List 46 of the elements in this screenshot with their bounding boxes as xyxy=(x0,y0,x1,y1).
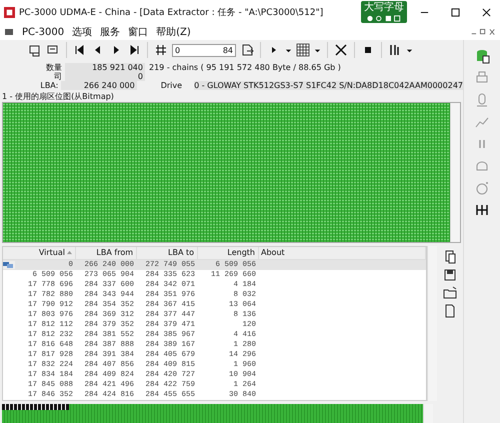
dropdown-caret-icon[interactable] xyxy=(406,46,413,54)
chain-summary: 219 - chains ( 95 191 572 480 Byte / 88.65 Gb ) xyxy=(149,62,341,72)
app-icon xyxy=(4,6,15,18)
drive-label: Drive xyxy=(160,80,182,90)
menu-item[interactable]: 帮助(Z) xyxy=(156,25,191,39)
folder-icon[interactable] xyxy=(443,286,457,300)
menu-item[interactable]: 服务 xyxy=(100,25,120,39)
position-field[interactable]: 0 84 xyxy=(172,44,236,57)
info-value: 185 921 040 xyxy=(65,62,145,72)
info-label: LBA: xyxy=(39,80,60,90)
menu-item[interactable]: 选项 xyxy=(72,25,92,39)
scrollbar[interactable] xyxy=(423,404,433,423)
column-header[interactable]: About xyxy=(259,246,426,259)
document-copy-icon[interactable] xyxy=(443,250,457,264)
database-icon[interactable] xyxy=(474,48,490,64)
grid-icon[interactable] xyxy=(296,43,310,58)
menu-item[interactable]: PC-3000 xyxy=(22,26,64,38)
columns-icon[interactable] xyxy=(474,202,490,218)
sort-icon xyxy=(67,250,72,256)
scrollbar[interactable] xyxy=(427,246,437,401)
app-menu-icon[interactable] xyxy=(4,27,14,37)
info-label: 司 xyxy=(53,71,63,82)
column-header[interactable]: LBA to xyxy=(137,246,198,259)
go-label: 84 xyxy=(222,46,233,55)
drive-icon[interactable] xyxy=(28,43,42,58)
drive-value: 0 - GLOWAY STK512GS3-S7 S1FC42 S/N:DA8D18C042AAM0000247 xyxy=(194,80,463,90)
mdi-controls-icon[interactable] xyxy=(470,28,496,36)
menu-item[interactable]: 窗口 xyxy=(128,25,148,39)
new-page-icon[interactable] xyxy=(443,304,457,318)
column-header[interactable]: Length xyxy=(198,246,259,259)
maximize-icon[interactable] xyxy=(451,8,460,16)
ime-mode-label: 大写字母 xyxy=(364,2,404,14)
column-header[interactable]: Virtual xyxy=(15,246,76,259)
close-icon[interactable] xyxy=(482,8,491,16)
column-header[interactable]: LBA from xyxy=(76,246,137,259)
dropdown-caret-icon[interactable] xyxy=(285,46,292,54)
save-icon[interactable] xyxy=(443,268,457,282)
export-icon[interactable] xyxy=(240,43,254,58)
info-label: 数量 xyxy=(45,62,63,72)
scrollbar[interactable] xyxy=(450,102,460,242)
hash-icon[interactable] xyxy=(154,43,168,58)
panel-title: 1 - 使用的扇区位图(从Bitmap) xyxy=(2,92,115,102)
dropdown-caret-icon[interactable] xyxy=(314,46,321,54)
current-row-icon xyxy=(3,260,13,269)
window-title: PC-3000 UDMA-E - China - [Data Extractor : 任务 - "A:\PC3000\512"] xyxy=(19,6,324,18)
column-settings-icon[interactable] xyxy=(388,43,402,58)
